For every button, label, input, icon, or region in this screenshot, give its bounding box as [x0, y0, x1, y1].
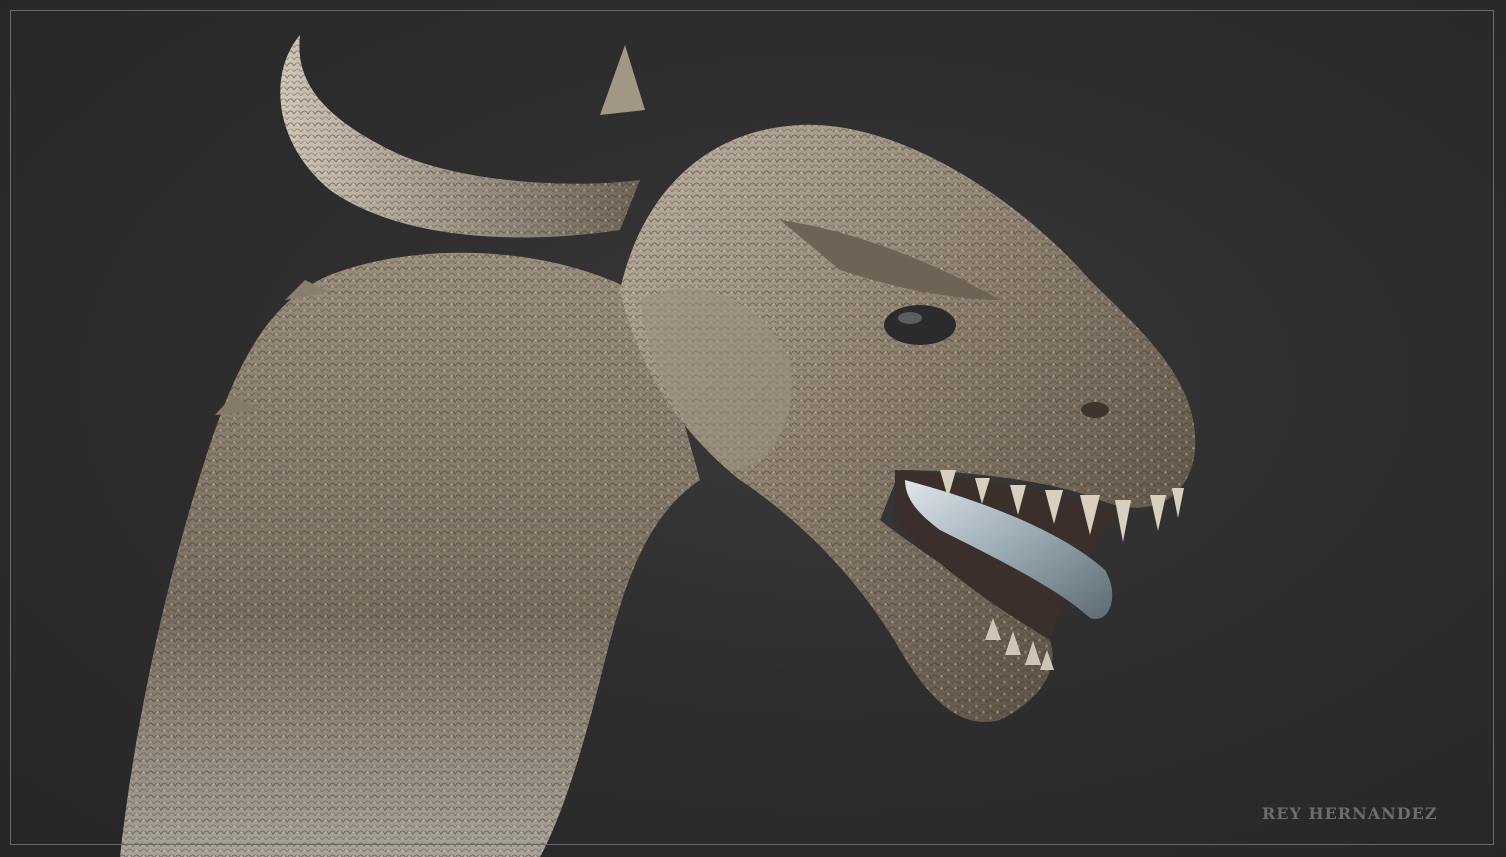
dragon-render	[120, 35, 1196, 857]
nostril	[1081, 402, 1109, 418]
dragon-eye	[884, 305, 956, 345]
dragon-head	[620, 124, 1196, 722]
artwork-canvas: REY HERNANDEZ	[0, 0, 1506, 857]
dragon-neck	[120, 252, 700, 857]
artist-signature: REY HERNANDEZ	[1262, 804, 1438, 823]
rear-horn	[280, 35, 640, 238]
head-spike	[600, 45, 645, 115]
